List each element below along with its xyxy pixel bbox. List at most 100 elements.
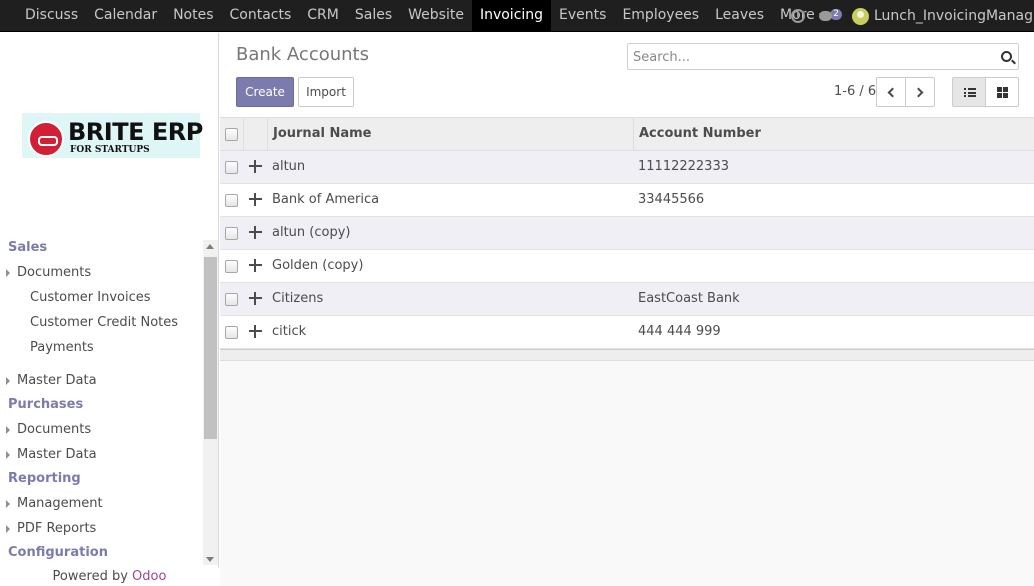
logo-emblem-icon [28,121,64,157]
drag-handle-icon[interactable] [249,292,262,305]
menu-events[interactable]: Events [551,0,614,32]
column-header-account-number[interactable]: Account Number [639,118,761,151]
header-divider [633,118,634,151]
sidebar-item-purchases-master-data[interactable]: Master Data [0,442,203,467]
sidebar-item-pdf-reports[interactable]: PDF Reports [0,516,203,541]
caret-right-icon [6,451,10,459]
drag-handle-icon[interactable] [249,160,262,173]
search-icon[interactable] [1001,51,1012,62]
systray: 2 Lunch_InvoicingManag... [791,0,1034,32]
drag-handle-icon[interactable] [249,325,262,338]
control-panel: Bank Accounts Create Import 1-6 / 6 [220,33,1034,117]
row-checkbox[interactable] [225,194,238,207]
page-title: Bank Accounts [236,44,369,65]
create-button[interactable]: Create [236,77,294,107]
sidebar-item-label: PDF Reports [17,521,97,536]
account-number-cell: 444 444 999 [638,324,721,339]
message-count-badge: 2 [830,9,842,20]
table-row[interactable]: altun 11112222333 [220,151,1034,184]
journal-name-cell: altun [272,159,306,174]
scroll-down-icon[interactable] [206,557,214,562]
caret-right-icon [6,426,10,434]
select-all-checkbox[interactable] [225,128,238,141]
drag-handle-icon[interactable] [249,193,262,206]
powered-by-text: Powered by [52,569,128,584]
scroll-up-icon[interactable] [206,244,214,249]
sidebar-item-customer-credit-notes[interactable]: Customer Credit Notes [0,310,203,335]
bank-accounts-table: Journal Name Account Number altun 111122… [220,117,1034,361]
row-checkbox[interactable] [225,161,238,174]
sidebar-item-label: Documents [17,265,92,280]
caret-right-icon [6,377,10,385]
column-header-journal-name[interactable]: Journal Name [273,118,371,151]
search-input[interactable] [633,48,983,66]
sidebar-item-customer-invoices[interactable]: Customer Invoices [0,285,203,310]
sidebar-item-sales-master-data[interactable]: Master Data [0,368,203,393]
powered-by-brand-link[interactable]: Odoo [132,569,166,584]
company-logo: BRITE ERP FOR STARTUPS [22,113,203,158]
menu-website[interactable]: Website [400,0,472,32]
table-row[interactable]: Bank of America 33445566 [220,184,1034,217]
drag-handle-icon[interactable] [249,259,262,272]
row-checkbox[interactable] [225,227,238,240]
table-footer [220,349,1034,361]
caret-right-icon [6,525,10,533]
sidebar-section-sales: Sales [8,240,48,255]
header-divider [243,118,244,151]
sidebar-item-payments[interactable]: Payments [0,335,203,360]
menu-sales[interactable]: Sales [347,0,400,32]
sidebar-item-label: Master Data [17,373,97,388]
scroll-thumb[interactable] [204,257,217,439]
pager-value[interactable]: 1-6 / 6 [834,84,876,99]
menu-leaves[interactable]: Leaves [707,0,772,32]
menu-invoicing[interactable]: Invoicing [471,0,552,32]
menu-calendar[interactable]: Calendar [86,0,165,32]
user-avatar[interactable] [852,7,869,25]
import-button[interactable]: Import [298,77,354,107]
table-row[interactable]: Golden (copy) [220,250,1034,283]
sidebar-item-purchases-documents[interactable]: Documents [0,417,203,442]
chevron-right-icon [913,87,924,98]
list-view-icon [964,88,976,97]
sidebar-item-label: Documents [17,422,92,437]
search-box [627,43,1019,70]
menu-crm[interactable]: CRM [299,0,347,32]
app-menu: Discuss Calendar Notes Contacts CRM Sale… [17,0,835,32]
sidebar-item-management[interactable]: Management [0,491,203,516]
menu-discuss[interactable]: Discuss [17,0,86,32]
pager-next-button[interactable] [905,77,935,107]
messages-button[interactable]: 2 [819,9,842,21]
sidebar-section-configuration: Configuration [8,545,108,560]
user-menu[interactable]: Lunch_InvoicingManag... [874,8,1034,24]
menu-notes[interactable]: Notes [165,0,221,32]
row-checkbox[interactable] [225,260,238,273]
table-row[interactable]: altun (copy) [220,217,1034,250]
menu-contacts[interactable]: Contacts [222,0,300,32]
account-number-cell: EastCoast Bank [638,291,740,306]
menu-employees[interactable]: Employees [614,0,707,32]
table-row[interactable]: Citizens EastCoast Bank [220,283,1034,316]
drag-handle-icon[interactable] [249,226,262,239]
sidebar-item-sales-documents[interactable]: Documents [0,260,203,285]
caret-right-icon [6,500,10,508]
table-row[interactable]: citick 444 444 999 [220,316,1034,349]
sidebar-menu: Sales Documents Customer Invoices Custom… [0,236,203,566]
main-content: Bank Accounts Create Import 1-6 / 6 Jour… [220,33,1034,586]
row-checkbox[interactable] [225,326,238,339]
activity-clock-icon[interactable] [791,9,806,23]
pager-previous-button[interactable] [876,77,906,107]
sidebar-item-label: Master Data [17,447,97,462]
journal-name-cell: altun (copy) [272,225,351,240]
sidebar-item-label: Management [17,496,103,511]
list-view-button[interactable] [952,77,986,107]
sidebar-scrollbar[interactable] [203,240,218,565]
kanban-view-icon [997,87,1008,98]
chat-bubbles-icon [819,11,833,21]
journal-name-cell: citick [272,324,307,339]
chevron-left-icon [887,87,898,98]
table-header: Journal Name Account Number [220,117,1034,151]
row-checkbox[interactable] [225,293,238,306]
sidebar-section-purchases: Purchases [8,397,84,412]
powered-by: Powered by Odoo [0,568,219,586]
kanban-view-button[interactable] [985,77,1019,107]
